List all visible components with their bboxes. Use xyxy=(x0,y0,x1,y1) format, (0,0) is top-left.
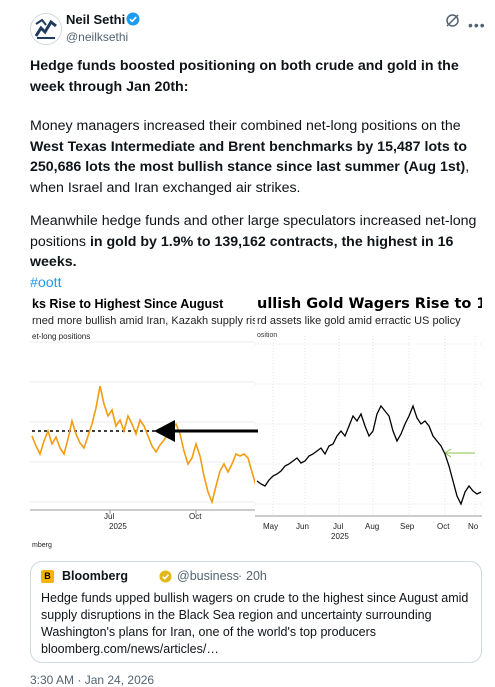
verified-badge-icon xyxy=(126,12,140,26)
author-name[interactable]: Neil Sethi xyxy=(66,12,125,27)
tweet-paragraph-3: Meanwhile hedge funds and other large sp… xyxy=(30,211,482,293)
quoted-timestamp[interactable]: 20h xyxy=(246,569,267,583)
grok-icon[interactable] xyxy=(445,13,460,28)
comparison-arrow-icon xyxy=(154,420,258,442)
quoted-tweet[interactable]: B Bloomberg @business · 20h Hedge funds … xyxy=(30,561,482,663)
p2-text-a: Money managers increased their combined … xyxy=(30,118,461,134)
p2-text-bold: West Texas Intermediate and Brent benchm… xyxy=(30,138,468,176)
quoted-author-name[interactable]: Bloomberg xyxy=(62,569,128,583)
tweet-paragraph-1: Hedge funds boosted positioning on both … xyxy=(30,58,459,95)
tweet-paragraph-2: Money managers increased their combined … xyxy=(30,116,482,198)
author-avatar[interactable] xyxy=(30,13,62,45)
quoted-author-handle[interactable]: @business xyxy=(177,569,239,583)
p3-text-bold: in gold by 1.9% to 139,162 contracts, th… xyxy=(30,233,454,271)
graph-logo-icon xyxy=(31,14,61,44)
hashtag-link[interactable]: #oott xyxy=(30,275,62,291)
more-options-icon[interactable]: ••• xyxy=(468,17,486,33)
author-handle[interactable]: @neilksethi xyxy=(66,30,128,44)
bloomberg-logo-icon: B xyxy=(41,570,54,583)
tweet-timestamp[interactable]: 3:30 AM · Jan 24, 2026 xyxy=(30,673,154,687)
tweet-header: Neil Sethi @neilksethi ••• xyxy=(0,0,495,56)
tweet-media[interactable]: ks Rise to Highest Since August rned mor… xyxy=(30,296,482,552)
quoted-text: Hedge funds upped bullish wagers on crud… xyxy=(41,591,469,656)
verified-org-badge-icon xyxy=(159,570,172,583)
separator-dot: · xyxy=(238,569,243,583)
